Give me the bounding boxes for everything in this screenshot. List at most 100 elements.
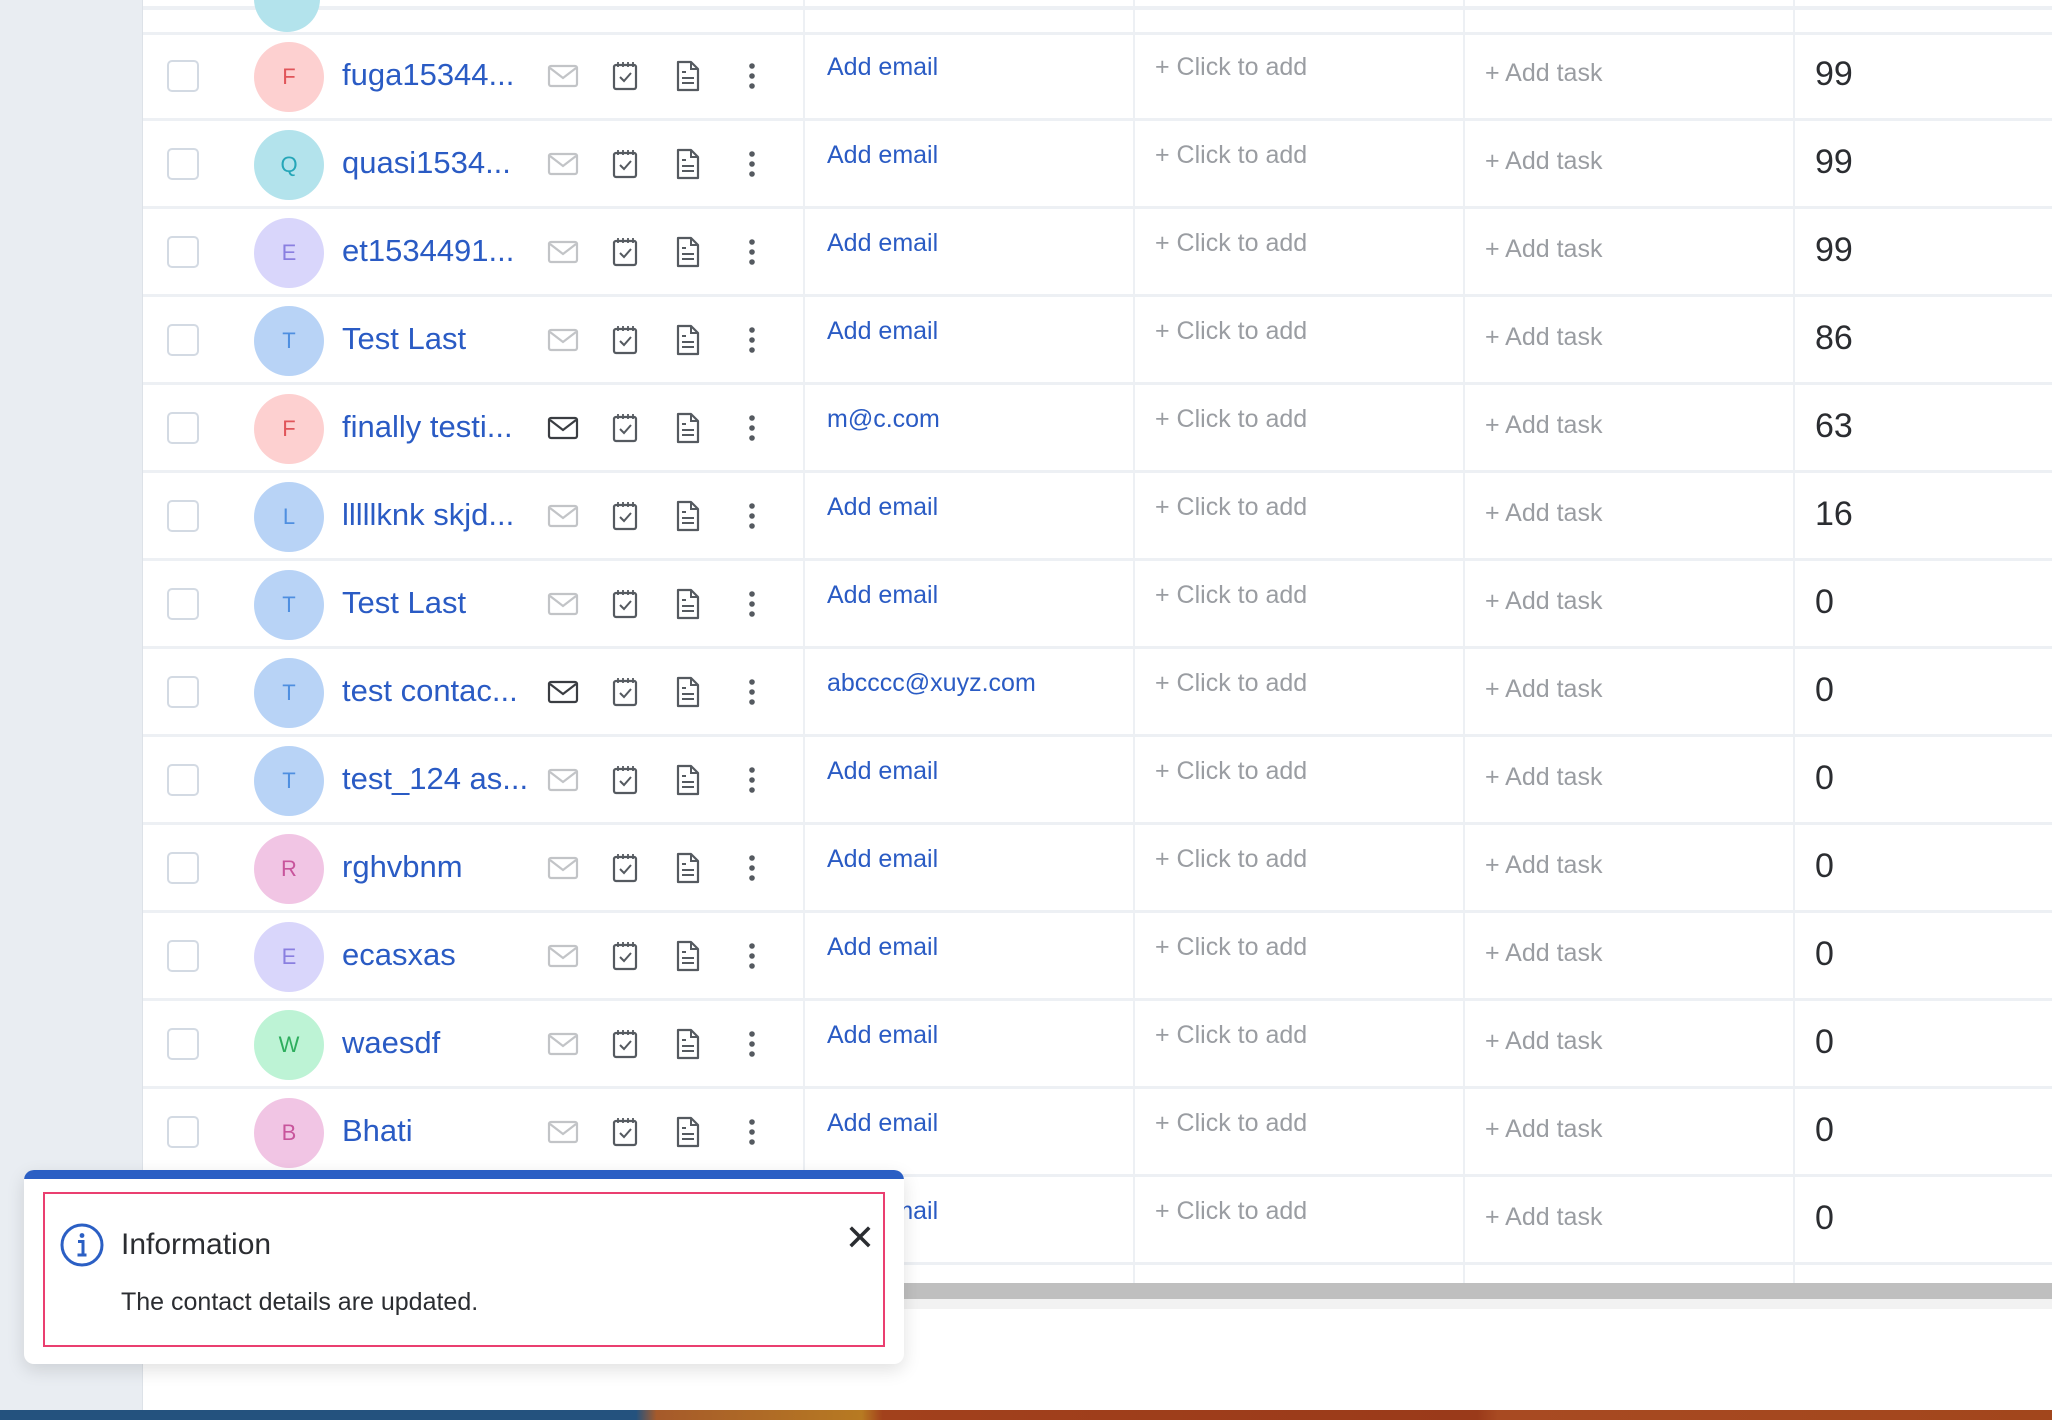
more-options-icon[interactable] xyxy=(735,147,755,181)
more-options-icon[interactable] xyxy=(735,411,755,445)
contact-name-link[interactable]: Test Last xyxy=(342,321,542,357)
task-icon[interactable] xyxy=(608,1027,642,1061)
more-options-icon[interactable] xyxy=(735,59,755,93)
mail-icon[interactable] xyxy=(546,1115,580,1149)
mail-icon[interactable] xyxy=(546,323,580,357)
note-icon[interactable] xyxy=(670,499,704,533)
add-task-button[interactable]: + Add task xyxy=(1485,939,1602,968)
mail-icon[interactable] xyxy=(546,1027,580,1061)
note-icon[interactable] xyxy=(670,323,704,357)
note-icon[interactable] xyxy=(670,675,704,709)
more-options-icon[interactable] xyxy=(735,763,755,797)
note-icon[interactable] xyxy=(670,587,704,621)
note-icon[interactable] xyxy=(670,411,704,445)
note-icon[interactable] xyxy=(670,939,704,973)
more-options-icon[interactable] xyxy=(735,587,755,621)
note-icon[interactable] xyxy=(670,147,704,181)
row-checkbox[interactable] xyxy=(167,236,199,268)
contact-name-link[interactable]: test contac... xyxy=(342,673,542,709)
contact-name-link[interactable]: lllllknk skjd... xyxy=(342,497,542,533)
click-to-add-field[interactable]: + Click to add xyxy=(1155,581,1307,610)
add-task-button[interactable]: + Add task xyxy=(1485,59,1602,88)
add-task-button[interactable]: + Add task xyxy=(1485,587,1602,616)
add-email-link[interactable]: Add email xyxy=(827,581,938,610)
click-to-add-field[interactable]: + Click to add xyxy=(1155,933,1307,962)
add-email-link[interactable]: Add email xyxy=(827,229,938,258)
add-email-link[interactable]: Add email xyxy=(827,1021,938,1050)
row-checkbox[interactable] xyxy=(167,412,199,444)
task-icon[interactable] xyxy=(608,235,642,269)
task-icon[interactable] xyxy=(608,323,642,357)
row-checkbox[interactable] xyxy=(167,940,199,972)
add-task-button[interactable]: + Add task xyxy=(1485,411,1602,440)
click-to-add-field[interactable]: + Click to add xyxy=(1155,1197,1307,1226)
contact-name-link[interactable]: waesdf xyxy=(342,1025,542,1061)
more-options-icon[interactable] xyxy=(735,235,755,269)
more-options-icon[interactable] xyxy=(735,851,755,885)
task-icon[interactable] xyxy=(608,1115,642,1149)
row-checkbox[interactable] xyxy=(167,148,199,180)
contact-name-link[interactable]: quasi1534... xyxy=(342,145,542,181)
more-options-icon[interactable] xyxy=(735,675,755,709)
more-options-icon[interactable] xyxy=(735,1027,755,1061)
email-link[interactable]: m@c.com xyxy=(827,405,940,434)
click-to-add-field[interactable]: + Click to add xyxy=(1155,1021,1307,1050)
contact-name-link[interactable]: test_124 as... xyxy=(342,761,542,797)
add-email-link[interactable]: Add email xyxy=(827,53,938,82)
add-task-button[interactable]: + Add task xyxy=(1485,235,1602,264)
row-checkbox[interactable] xyxy=(167,852,199,884)
row-checkbox[interactable] xyxy=(167,1028,199,1060)
add-task-button[interactable]: + Add task xyxy=(1485,147,1602,176)
task-icon[interactable] xyxy=(608,411,642,445)
row-checkbox[interactable] xyxy=(167,500,199,532)
note-icon[interactable] xyxy=(670,763,704,797)
more-options-icon[interactable] xyxy=(735,939,755,973)
add-task-button[interactable]: + Add task xyxy=(1485,851,1602,880)
row-checkbox[interactable] xyxy=(167,764,199,796)
add-email-link[interactable]: Add email xyxy=(827,141,938,170)
mail-icon[interactable] xyxy=(546,147,580,181)
note-icon[interactable] xyxy=(670,851,704,885)
contact-name-link[interactable]: Bhati xyxy=(342,1113,542,1149)
more-options-icon[interactable] xyxy=(735,323,755,357)
task-icon[interactable] xyxy=(608,675,642,709)
email-link[interactable]: abcccc@xuyz.com xyxy=(827,669,1036,698)
mail-icon[interactable] xyxy=(546,763,580,797)
more-options-icon[interactable] xyxy=(735,1115,755,1149)
click-to-add-field[interactable]: + Click to add xyxy=(1155,845,1307,874)
task-icon[interactable] xyxy=(608,587,642,621)
add-email-link[interactable]: Add email xyxy=(827,1109,938,1138)
add-task-button[interactable]: + Add task xyxy=(1485,499,1602,528)
contact-name-link[interactable]: ecasxas xyxy=(342,937,542,973)
click-to-add-field[interactable]: + Click to add xyxy=(1155,141,1307,170)
click-to-add-field[interactable]: + Click to add xyxy=(1155,53,1307,82)
more-options-icon[interactable] xyxy=(735,499,755,533)
mail-icon[interactable] xyxy=(546,851,580,885)
contact-name-link[interactable]: Test Last xyxy=(342,585,542,621)
row-checkbox[interactable] xyxy=(167,1116,199,1148)
click-to-add-field[interactable]: + Click to add xyxy=(1155,317,1307,346)
row-checkbox[interactable] xyxy=(167,588,199,620)
task-icon[interactable] xyxy=(608,763,642,797)
add-task-button[interactable]: + Add task xyxy=(1485,1203,1602,1232)
task-icon[interactable] xyxy=(608,851,642,885)
add-task-button[interactable]: + Add task xyxy=(1485,323,1602,352)
task-icon[interactable] xyxy=(608,499,642,533)
note-icon[interactable] xyxy=(670,1027,704,1061)
add-task-button[interactable]: + Add task xyxy=(1485,675,1602,704)
mail-icon[interactable] xyxy=(546,411,580,445)
mail-icon[interactable] xyxy=(546,675,580,709)
task-icon[interactable] xyxy=(608,59,642,93)
add-task-button[interactable]: + Add task xyxy=(1485,1027,1602,1056)
add-email-link[interactable]: Add email xyxy=(827,317,938,346)
row-checkbox[interactable] xyxy=(167,676,199,708)
mail-icon[interactable] xyxy=(546,499,580,533)
contact-name-link[interactable]: fuga15344... xyxy=(342,57,542,93)
task-icon[interactable] xyxy=(608,939,642,973)
note-icon[interactable] xyxy=(670,1115,704,1149)
contact-name-link[interactable]: rghvbnm xyxy=(342,849,542,885)
add-task-button[interactable]: + Add task xyxy=(1485,763,1602,792)
click-to-add-field[interactable]: + Click to add xyxy=(1155,1109,1307,1138)
add-email-link[interactable]: Add email xyxy=(827,757,938,786)
click-to-add-field[interactable]: + Click to add xyxy=(1155,493,1307,522)
